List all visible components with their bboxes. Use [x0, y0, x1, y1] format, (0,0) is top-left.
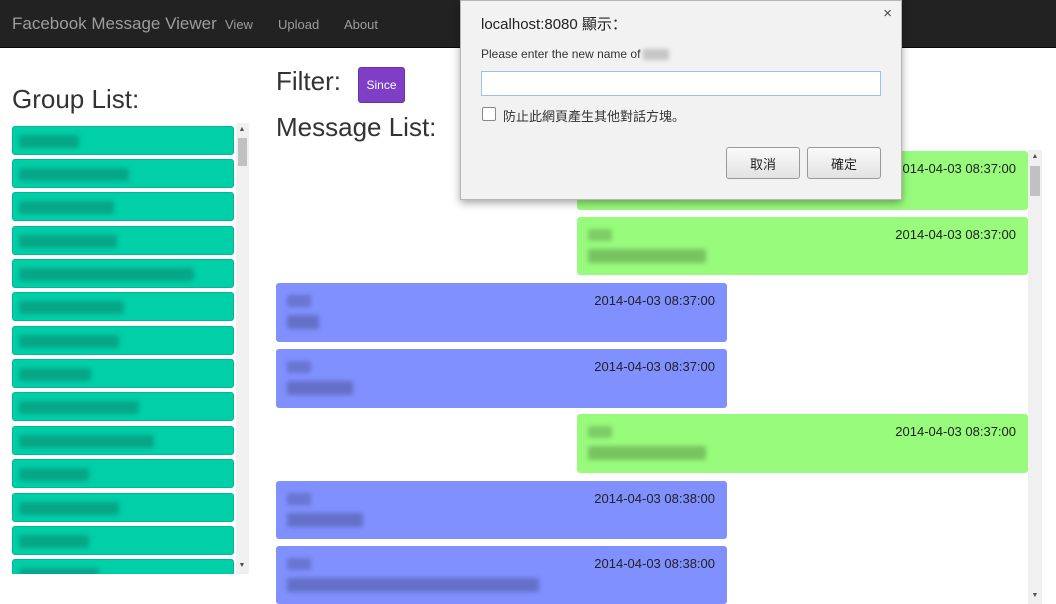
blurred-label: [19, 335, 119, 348]
blurred-label: [19, 435, 154, 448]
group-item[interactable]: [12, 493, 234, 522]
prompt-dialog: localhost:8080 顯示： × Please enter the ne…: [460, 0, 902, 200]
group-item[interactable]: [12, 526, 234, 555]
group-item[interactable]: [12, 126, 234, 155]
message-bubble-received: 2014-04-03 08:38:00: [276, 546, 727, 604]
dialog-message: Please enter the new name of: [481, 47, 670, 61]
blurred-label: [19, 401, 139, 414]
group-item[interactable]: [12, 192, 234, 221]
blurred-label: [19, 268, 194, 281]
suppress-dialogs-label: 防止此網頁產生其他對話方塊。: [503, 110, 686, 125]
blurred-label: [19, 301, 124, 314]
brand-link[interactable]: Facebook Message Viewer: [12, 14, 217, 34]
nav-link-about[interactable]: About: [344, 17, 378, 32]
group-list: [10, 123, 249, 574]
blurred-sender: [287, 295, 311, 307]
message-list-title: Message List:: [276, 112, 437, 142]
scroll-down-arrow-icon[interactable]: ▼: [237, 561, 247, 571]
filter-title: Filter:: [276, 66, 341, 96]
blurred-label: [19, 502, 119, 515]
ok-button[interactable]: 確定: [807, 147, 881, 179]
message-bubble-received: 2014-04-03 08:38:00: [276, 481, 727, 539]
message-time: 2014-04-03 08:37:00: [594, 359, 715, 374]
close-icon[interactable]: ×: [883, 5, 892, 22]
blurred-message-text: [287, 578, 539, 592]
scroll-up-arrow-icon[interactable]: ▲: [237, 125, 247, 135]
message-time: 2014-04-03 08:38:00: [594, 556, 715, 571]
blurred-message-text: [588, 446, 706, 460]
group-item[interactable]: [12, 159, 234, 188]
group-list-scrollbar[interactable]: ▲ ▼: [236, 123, 249, 574]
blurred-label: [19, 135, 79, 148]
group-list-title: Group List:: [12, 84, 140, 114]
dialog-title: localhost:8080 顯示：: [481, 16, 627, 33]
blurred-label: [19, 535, 89, 548]
blurred-label: [19, 235, 117, 248]
blurred-label: [19, 201, 114, 214]
message-bubble-received: 2014-04-03 08:37:00: [276, 349, 727, 408]
message-time: 2014-04-03 08:37:00: [594, 293, 715, 308]
blurred-sender: [287, 361, 311, 373]
blurred-label: [19, 568, 99, 574]
scroll-down-arrow-icon[interactable]: ▼: [1030, 591, 1040, 601]
blurred-label: [19, 368, 91, 381]
suppress-dialogs-checkbox[interactable]: [482, 107, 496, 121]
blurred-message-text: [287, 381, 353, 395]
dialog-message-text: Please enter the new name of: [481, 47, 641, 61]
message-time: 2014-04-03 08:38:00: [594, 491, 715, 506]
blurred-sender: [287, 558, 311, 570]
blurred-message-text: [287, 513, 363, 527]
blurred-message-text: [588, 249, 706, 263]
new-name-input[interactable]: [481, 71, 881, 96]
scroll-thumb[interactable]: [1030, 166, 1040, 196]
scroll-thumb[interactable]: [238, 138, 247, 166]
blurred-sender: [287, 493, 311, 505]
nav-link-upload[interactable]: Upload: [278, 17, 319, 32]
group-item[interactable]: [12, 292, 234, 321]
message-list: 2014-04-03 08:37:00 2014-04-03 08:37:00 …: [274, 150, 1042, 604]
nav-link-view[interactable]: View: [225, 17, 253, 32]
group-item[interactable]: [12, 426, 234, 455]
blurred-message-text: [287, 315, 319, 329]
message-bubble-sent: 2014-04-03 08:37:00: [577, 217, 1028, 275]
message-time: 2014-04-03 08:37:00: [895, 227, 1016, 242]
blurred-label: [19, 468, 89, 481]
group-item[interactable]: [12, 559, 234, 574]
group-item[interactable]: [12, 392, 234, 421]
message-list-scrollbar[interactable]: ▲ ▼: [1028, 150, 1042, 604]
scroll-up-arrow-icon[interactable]: ▲: [1030, 152, 1040, 162]
group-item[interactable]: [12, 259, 234, 288]
message-bubble-received: 2014-04-03 08:37:00: [276, 283, 727, 342]
blurred-label: [19, 168, 129, 181]
since-button[interactable]: Since: [358, 67, 405, 103]
blurred-sender: [588, 426, 612, 438]
group-item[interactable]: [12, 459, 234, 488]
blurred-sender: [588, 229, 612, 241]
group-item[interactable]: [12, 326, 234, 355]
message-time: 2014-04-03 08:37:00: [895, 161, 1016, 176]
message-time: 2014-04-03 08:37:00: [895, 424, 1016, 439]
blurred-name: [643, 49, 670, 61]
group-item[interactable]: [12, 226, 234, 255]
message-bubble-sent: 2014-04-03 08:37:00: [577, 414, 1028, 473]
group-item[interactable]: [12, 359, 234, 388]
cancel-button[interactable]: 取消: [726, 147, 800, 179]
